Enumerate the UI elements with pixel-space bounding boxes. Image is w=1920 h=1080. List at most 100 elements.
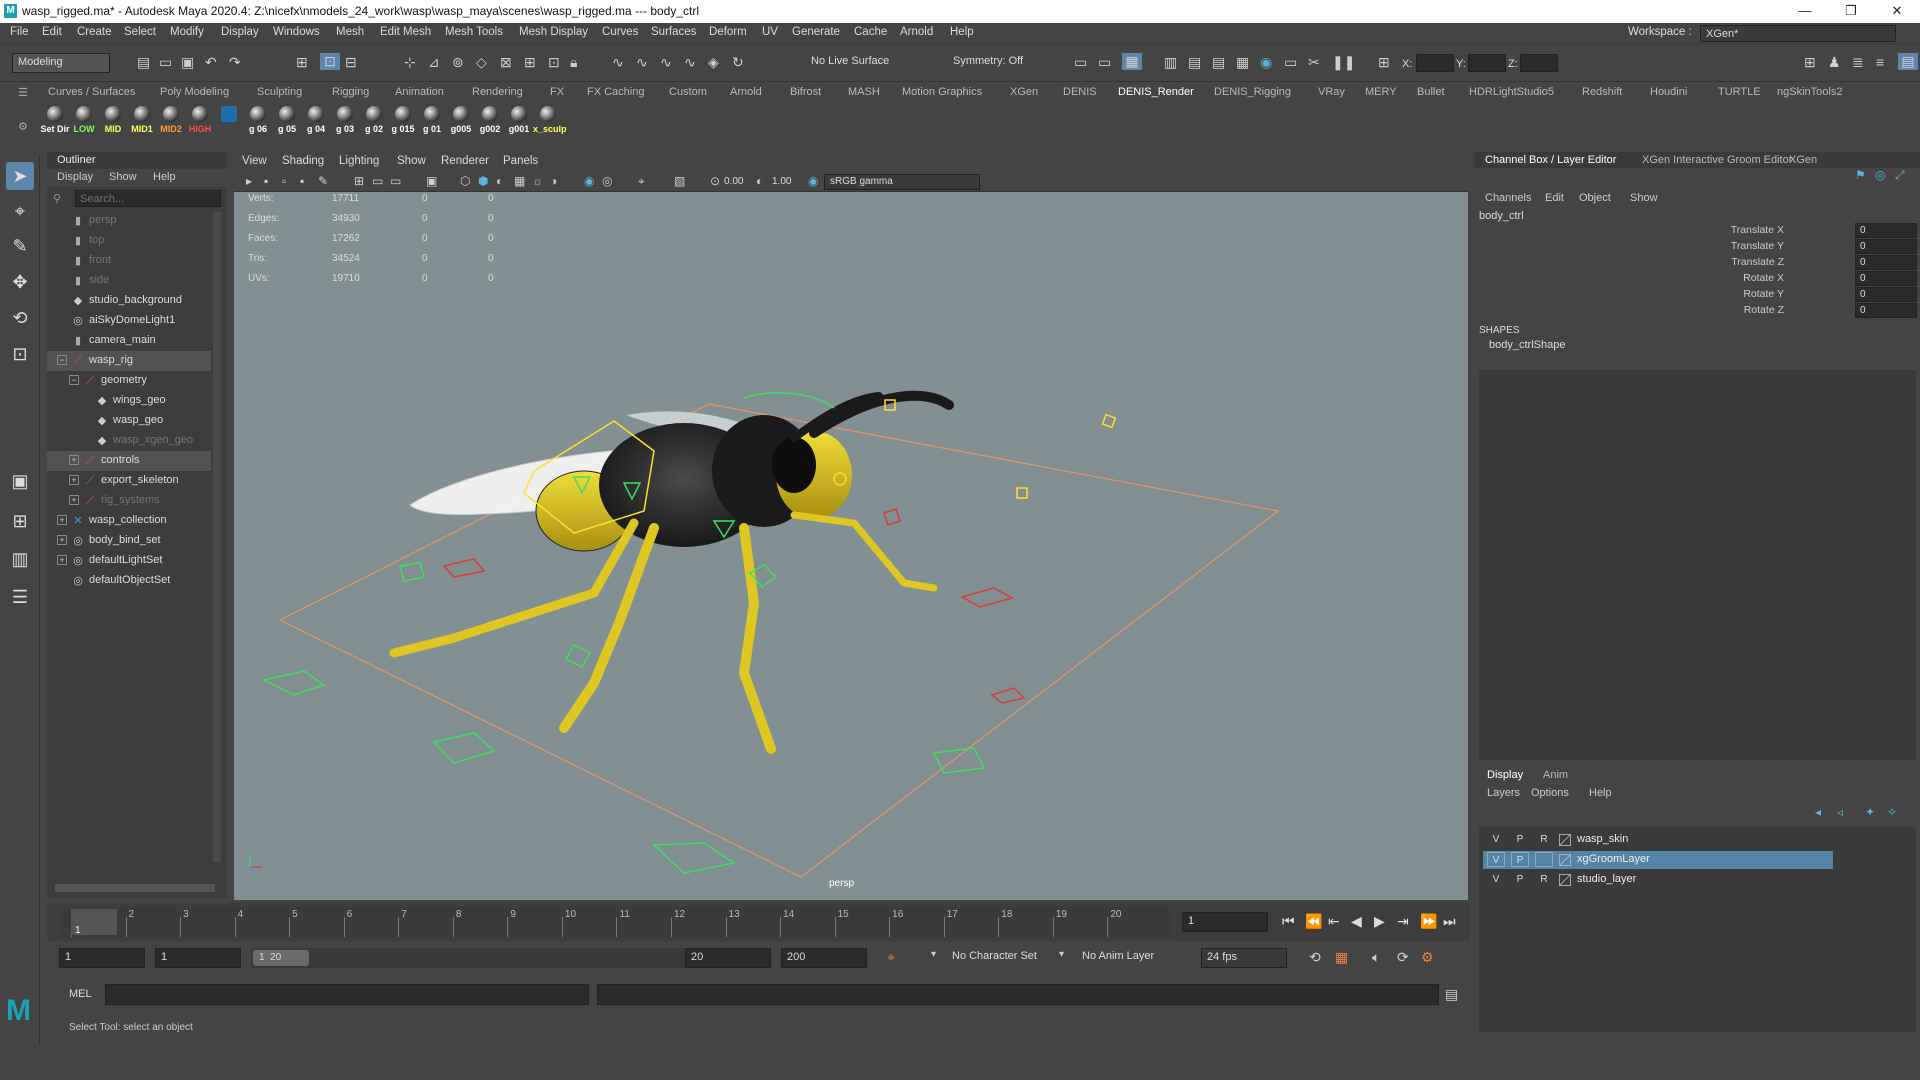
display-layer-row[interactable]: V P Rstudio_layer <box>1483 871 1833 889</box>
refresh-icon[interactable]: ↻ <box>732 54 744 71</box>
script-editor-icon[interactable]: ▤ <box>1445 986 1458 1003</box>
layer-name[interactable]: studio_layer <box>1577 873 1636 885</box>
fps-dropdown[interactable]: 24 fps <box>1201 948 1287 968</box>
layer-playback-toggle[interactable]: P <box>1511 852 1529 867</box>
outliner-item[interactable]: ◆ studio_background <box>47 291 211 311</box>
shelf-tab[interactable]: ngSkinTools2 <box>1777 86 1842 98</box>
textured-icon[interactable]: ▦ <box>514 174 525 188</box>
shelf-button[interactable] <box>214 104 244 138</box>
shelf-tab[interactable]: Redshift <box>1582 86 1622 98</box>
channel-value-field[interactable]: 0 <box>1855 239 1917 254</box>
construction-icon[interactable]: ∿ <box>660 54 672 71</box>
save-scene-icon[interactable]: ▣ <box>181 54 194 71</box>
wireframe-icon[interactable]: ⬡ <box>460 174 470 188</box>
snap-curve-icon[interactable]: ⊿ <box>428 54 440 71</box>
pause-render-icon[interactable]: ❚❚ <box>1332 54 1355 71</box>
shelf-button[interactable]: g 03 <box>330 104 360 138</box>
tab-layers-anim[interactable]: Anim <box>1543 769 1568 781</box>
isolate-select-icon[interactable]: ⌖ <box>638 174 645 189</box>
wireframe-on-shaded-icon[interactable]: ◐ <box>496 174 503 188</box>
vp-menu-lighting[interactable]: Lighting <box>339 155 379 167</box>
shelf-button[interactable]: g 05 <box>272 104 302 138</box>
minimize-button[interactable]: — <box>1782 0 1828 23</box>
shelf-tab[interactable]: FX Caching <box>587 86 644 98</box>
vp-menu-shading[interactable]: Shading <box>282 155 324 167</box>
channel-label[interactable]: Translate X <box>1731 224 1784 236</box>
menu-mesh-display[interactable]: Mesh Display <box>519 26 588 38</box>
expand-toggle-icon[interactable]: + <box>69 495 79 505</box>
scene-view[interactable] <box>234 193 1468 900</box>
shelf-tab[interactable]: TURTLE <box>1718 86 1761 98</box>
shelf-tab[interactable]: Motion Graphics <box>902 86 982 98</box>
select-object-icon[interactable]: ⊡ <box>320 53 340 70</box>
outliner-item[interactable]: + ✕ wasp_collection <box>47 511 211 531</box>
channel-label[interactable]: Translate Z <box>1731 256 1784 268</box>
shelf-button[interactable]: g 06 <box>243 104 273 138</box>
vp-menu-show[interactable]: Show <box>397 155 426 167</box>
shelf-tab[interactable]: Houdini <box>1650 86 1687 98</box>
shelf-button[interactable]: HIGH <box>185 104 215 138</box>
workspace-dropdown[interactable]: XGen* <box>1700 25 1896 42</box>
menu-display[interactable]: Display <box>221 26 259 38</box>
go-to-end-icon[interactable]: ⏭ <box>1443 913 1456 930</box>
character-set-arrow-icon[interactable]: ▾ <box>931 949 936 960</box>
outliner-item[interactable]: ◆ wasp_geo <box>47 411 211 431</box>
lasso-tool-icon[interactable]: ⌖ <box>6 197 34 225</box>
new-scene-icon[interactable]: ▤ <box>137 54 150 71</box>
playback-end-field[interactable]: 20 <box>685 948 771 968</box>
expand-toggle-icon[interactable]: + <box>57 555 67 565</box>
shelf-tab[interactable]: Bifrost <box>790 86 821 98</box>
exposure-icon[interactable]: ⊙ <box>710 174 720 188</box>
magnet-icon[interactable]: ◈ <box>708 54 719 71</box>
shelf-button[interactable]: LOW <box>69 104 99 138</box>
render-settings-icon[interactable]: ▥ <box>1164 54 1177 71</box>
cb-menu-show[interactable]: Show <box>1630 192 1658 204</box>
layer-menu-help[interactable]: Help <box>1589 787 1612 799</box>
shelf-tab[interactable]: MASH <box>848 86 880 98</box>
step-back-key-icon[interactable]: ⏪ <box>1305 913 1322 930</box>
scale-tool-icon[interactable]: ⊡ <box>6 340 34 368</box>
start-time-field[interactable]: 1 <box>59 948 145 968</box>
channel-value-field[interactable]: 0 <box>1855 271 1917 286</box>
color-management-icon[interactable]: ◉ <box>808 174 818 188</box>
outliner-item[interactable]: − ⟋ wasp_rig <box>47 351 211 371</box>
channel-box-icon-c[interactable]: ⤢ <box>1895 168 1905 183</box>
move-layer-down-icon[interactable]: ◃ <box>1837 805 1843 819</box>
camera-attr-icon[interactable]: ▪ <box>264 174 268 188</box>
outliner-menu-help[interactable]: Help <box>153 171 176 183</box>
paint-select-icon[interactable]: ✎ <box>6 232 34 260</box>
shelf-tab[interactable]: Bullet <box>1417 86 1445 98</box>
cb-object-name[interactable]: body_ctrl <box>1479 210 1524 222</box>
xray-icon[interactable]: ▧ <box>674 174 685 188</box>
shelf-button[interactable]: g 01 <box>417 104 447 138</box>
shelf-tab-active[interactable]: DENIS_Render <box>1118 86 1194 98</box>
menu-mesh[interactable]: Mesh <box>336 26 364 38</box>
sound-icon[interactable]: 🔈︎ <box>1372 949 1380 966</box>
channel-box-icon-a[interactable]: ⚑ <box>1855 168 1866 182</box>
lights-icon[interactable]: ☼ <box>532 174 543 188</box>
shelf-button[interactable]: MID <box>98 104 128 138</box>
loop-icon[interactable]: ⟲ <box>1309 949 1321 966</box>
cb-menu-channels[interactable]: Channels <box>1485 192 1531 204</box>
gamma-icon[interactable]: ◐ <box>756 174 763 188</box>
layer-playback-toggle[interactable]: P <box>1511 832 1529 847</box>
anim-layer-arrow-icon[interactable]: ▾ <box>1059 949 1064 960</box>
shelf-button[interactable]: MID1 <box>127 104 157 138</box>
menu-create[interactable]: Create <box>77 26 112 38</box>
outliner-item[interactable]: + ◎ defaultLightSet <box>47 551 211 571</box>
shelf-tab[interactable]: Sculpting <box>257 86 302 98</box>
range-handle[interactable]: 1 20 <box>253 950 309 966</box>
tab-layers-display[interactable]: Display <box>1487 769 1523 781</box>
time-slider[interactable]: 1234567891011121314151617181920 1 1 ⏮ ⏪ … <box>47 903 1470 941</box>
bifrost-icon[interactable]: ⚙ <box>1421 949 1434 966</box>
outliner-item[interactable]: ◆ wings_geo <box>47 391 211 411</box>
menu-modify[interactable]: Modify <box>170 26 204 38</box>
outliner-item[interactable]: ▮ side <box>47 271 211 291</box>
channel-value-field[interactable]: 0 <box>1855 303 1917 318</box>
play-forward-icon[interactable]: ▶ <box>1374 913 1385 930</box>
hypershade-icon[interactable]: ▤ <box>1188 54 1201 71</box>
current-frame-field[interactable]: 1 <box>1182 912 1268 932</box>
layer-visibility-toggle[interactable]: V <box>1487 872 1505 887</box>
ambient-occlusion-icon[interactable]: ◉ <box>584 174 594 188</box>
layer-menu-options[interactable]: Options <box>1531 787 1569 799</box>
